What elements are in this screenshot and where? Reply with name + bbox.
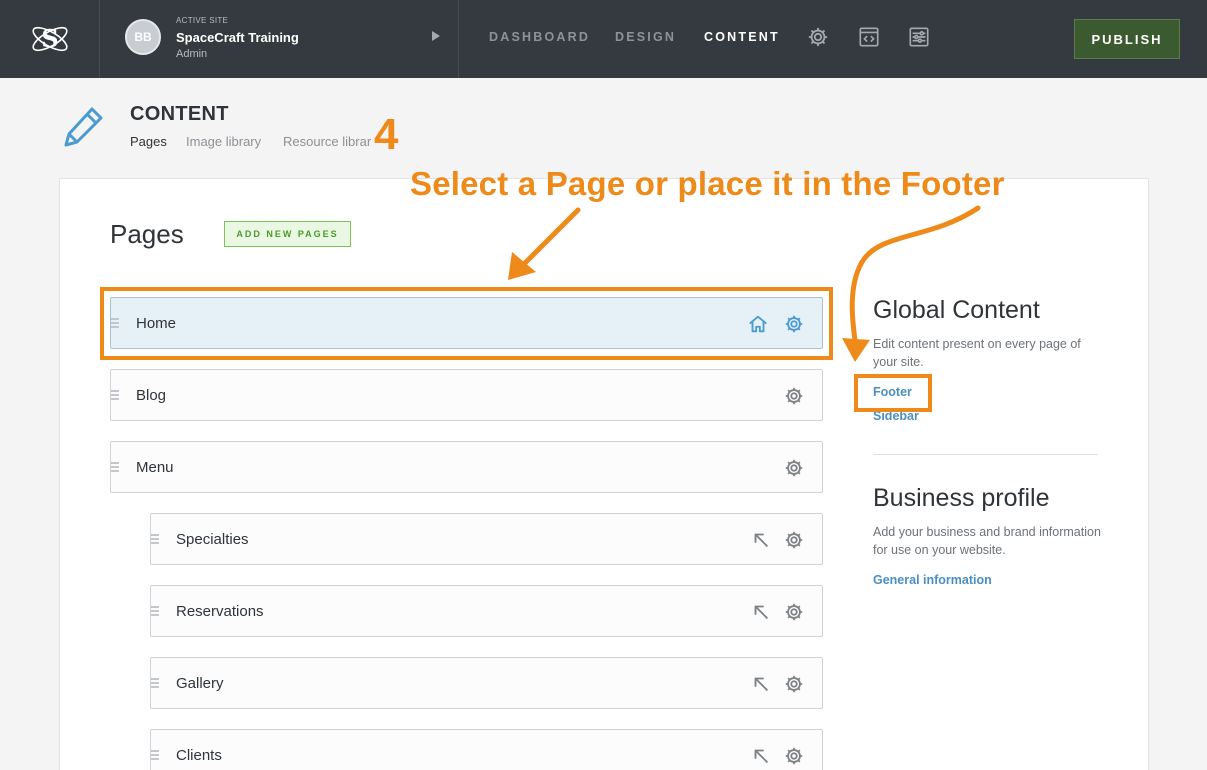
page-label: Reservations: [176, 603, 264, 620]
gear-icon[interactable]: [783, 745, 805, 767]
page-row-gallery[interactable]: Gallery: [150, 657, 823, 709]
nav-dashboard[interactable]: DASHBOARD: [489, 30, 590, 44]
page-label: Clients: [176, 747, 222, 764]
tab-pages[interactable]: Pages: [130, 134, 167, 149]
tab-resource-library[interactable]: Resource librar: [283, 134, 371, 149]
global-content-description: Edit content present on every page of yo…: [873, 337, 1081, 369]
sliders-icon[interactable]: [908, 26, 930, 48]
highlight-home-row: [100, 287, 833, 360]
divider: [873, 454, 1098, 455]
drag-handle-icon[interactable]: [111, 462, 119, 474]
active-site-label: ACTIVE SITE: [176, 16, 229, 25]
page-label: Menu: [136, 459, 174, 476]
page-title: CONTENT: [130, 103, 229, 125]
add-new-pages-button[interactable]: ADD NEW PAGES: [224, 221, 351, 247]
active-site-switcher[interactable]: BB ACTIVE SITE SpaceCraft Training Admin: [100, 0, 459, 78]
arrow-up-left-icon[interactable]: [750, 601, 772, 623]
highlight-footer-link: [854, 374, 932, 412]
business-profile-title: Business profile: [873, 484, 1050, 512]
page-label: Gallery: [176, 675, 224, 692]
drag-handle-icon[interactable]: [151, 750, 159, 762]
gear-icon[interactable]: [783, 457, 805, 479]
business-profile-description: Add your business and brand information …: [873, 525, 1101, 557]
site-name: SpaceCraft Training: [176, 30, 299, 45]
gear-icon[interactable]: [783, 601, 805, 623]
top-bar: S BB ACTIVE SITE SpaceCraft Training Adm…: [0, 0, 1207, 78]
drag-handle-icon[interactable]: [151, 678, 159, 690]
atom-logo-icon: S: [31, 24, 68, 53]
logo[interactable]: S: [0, 0, 100, 78]
tab-image-library[interactable]: Image library: [186, 134, 261, 149]
page-label: Specialties: [176, 531, 249, 548]
drag-handle-icon[interactable]: [111, 390, 119, 402]
pencil-icon: [64, 107, 103, 147]
play-arrow-icon[interactable]: [432, 31, 440, 41]
avatar: BB: [125, 19, 161, 55]
pages-heading: Pages: [110, 219, 184, 249]
drag-handle-icon[interactable]: [151, 534, 159, 546]
global-content-title: Global Content: [873, 296, 1040, 324]
page-row-clients[interactable]: Clients: [150, 729, 823, 770]
gear-icon[interactable]: [807, 26, 829, 48]
page-label: Blog: [136, 387, 167, 404]
arrow-up-left-icon[interactable]: [750, 745, 772, 767]
nav-design[interactable]: DESIGN: [615, 30, 676, 44]
page-row-blog[interactable]: Blog: [110, 369, 823, 421]
svg-text:S: S: [41, 24, 58, 53]
drag-handle-icon[interactable]: [151, 606, 159, 618]
code-window-icon[interactable]: [858, 26, 880, 48]
page-row-specialties[interactable]: Specialties: [150, 513, 823, 565]
gear-icon[interactable]: [783, 529, 805, 551]
general-information-link[interactable]: General information: [873, 573, 992, 587]
page-row-menu[interactable]: Menu: [110, 441, 823, 493]
annotation-callout: Select a Page or place it in the Footer: [410, 165, 1005, 202]
page-row-reservations[interactable]: Reservations: [150, 585, 823, 637]
gear-icon[interactable]: [783, 673, 805, 695]
step-number: 4: [374, 110, 399, 159]
arrow-up-left-icon[interactable]: [750, 673, 772, 695]
arrow-up-left-icon[interactable]: [750, 529, 772, 551]
publish-button[interactable]: PUBLISH: [1074, 19, 1180, 59]
gear-icon[interactable]: [783, 385, 805, 407]
nav-content[interactable]: CONTENT: [704, 30, 780, 44]
site-role: Admin: [176, 48, 208, 60]
